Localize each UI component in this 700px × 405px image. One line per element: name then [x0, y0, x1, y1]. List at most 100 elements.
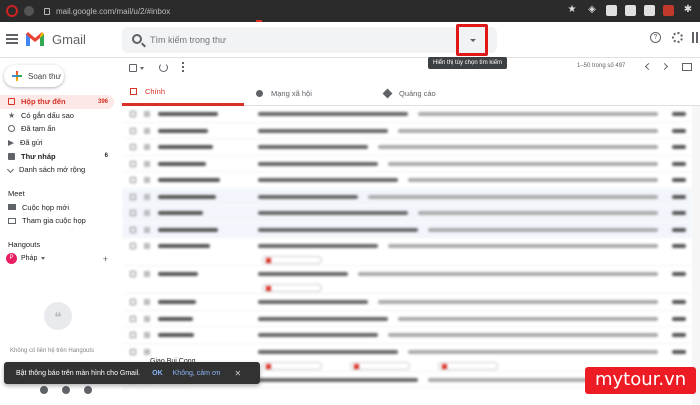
hamburger-menu-icon[interactable] — [6, 34, 18, 44]
puzzle-icon[interactable]: ✱ — [682, 4, 694, 16]
tab-label: Chính — [145, 87, 166, 96]
keyboard-icon — [8, 217, 16, 224]
caret-down-icon — [41, 257, 46, 261]
notification-text: Bật thông báo trên màn hình cho Gmail. — [16, 369, 141, 377]
category-tabs: Chính Mạng xã hội Quảng cáo — [122, 80, 700, 106]
close-icon[interactable]: ✕ — [234, 369, 241, 378]
sidebar-item-snoozed[interactable]: Đã tạm ẩn — [0, 122, 122, 136]
extension-icon[interactable] — [625, 4, 636, 16]
video-icon — [8, 204, 16, 211]
screenshot-icon[interactable] — [644, 4, 655, 16]
sidebar-item-more[interactable]: Danh sách mở rộng — [0, 163, 122, 177]
sidebar-item-label: Có gắn dấu sao — [21, 110, 74, 120]
inbox-icon — [130, 88, 137, 95]
adblock-shield-icon[interactable] — [663, 4, 674, 16]
refresh-icon[interactable] — [159, 63, 168, 72]
search-icon[interactable] — [132, 34, 142, 44]
phone-icon[interactable] — [84, 386, 92, 394]
chevron-right-icon[interactable] — [660, 62, 669, 71]
select-dropdown-icon[interactable] — [140, 67, 144, 70]
tab-social[interactable]: Mạng xã hội — [256, 80, 378, 106]
hangouts-section-title: Hangouts — [8, 240, 41, 250]
gmail-header: Gmail — [0, 22, 700, 58]
tab-label: Quảng cáo — [399, 88, 436, 98]
table-row[interactable] — [122, 139, 692, 156]
clock-icon — [8, 125, 15, 133]
search-input[interactable] — [150, 33, 450, 47]
compose-label: Soạn thư — [28, 71, 61, 81]
table-row[interactable] — [122, 106, 692, 123]
more-vert-icon[interactable] — [182, 62, 184, 72]
sidebar-item-sent[interactable]: Đã gửi — [0, 136, 122, 150]
tab-promotions[interactable]: Quảng cáo — [382, 80, 506, 106]
table-row[interactable] — [122, 266, 692, 294]
browser-reload-icon[interactable] — [24, 6, 34, 16]
gmail-wordmark: Gmail — [52, 32, 86, 47]
sidebar-item-drafts[interactable]: Thư nháp 6 — [0, 149, 122, 163]
tag-icon — [382, 88, 393, 98]
table-row[interactable] — [122, 221, 692, 238]
meet-section-title: Meet — [8, 189, 25, 199]
bookmark-star-icon[interactable]: ★ — [566, 4, 578, 16]
chevron-down-icon — [6, 166, 15, 174]
sidebar-item-label: Hộp thư đến — [21, 97, 66, 107]
select-all-checkbox[interactable] — [129, 64, 137, 72]
table-row[interactable] — [122, 188, 692, 205]
keyboard-icon[interactable] — [682, 63, 692, 71]
sidebar-item-label: Tham gia cuộc họp — [22, 216, 86, 226]
notification-no-button[interactable]: Không, cảm ơn — [173, 370, 221, 377]
sidebar-item-join-meeting[interactable]: Tham gia cuộc họp — [0, 214, 122, 228]
compose-button[interactable]: Soạn thư — [4, 65, 64, 87]
add-contact-icon[interactable]: + — [103, 254, 108, 264]
browser-logo-icon — [6, 5, 18, 17]
search-bar[interactable] — [122, 27, 497, 53]
sidebar-item-label: Danh sách mở rộng — [19, 165, 86, 175]
email-list — [122, 106, 692, 405]
sidebar-item-inbox[interactable]: Hộp thư đến 396 — [0, 95, 114, 109]
tab-label: Mạng xã hội — [271, 88, 312, 98]
chevron-left-icon[interactable] — [644, 62, 653, 71]
draft-count: 6 — [104, 153, 108, 160]
table-row[interactable] — [122, 238, 692, 266]
compose-plus-icon — [12, 71, 22, 81]
mytour-watermark: mytour.vn — [585, 367, 697, 394]
sidebar-item-label: Đã gửi — [20, 138, 43, 148]
sidebar-item-new-meeting[interactable]: Cuộc họp mới — [0, 201, 122, 215]
browser-extension-icons: ★ ◈ ✱ — [566, 4, 694, 16]
caret-down-icon — [470, 39, 476, 42]
show-search-options-button[interactable] — [456, 24, 488, 56]
address-bar[interactable]: mail.google.com/mail/u/2/#inbox — [40, 4, 560, 18]
table-row[interactable] — [122, 205, 692, 222]
sidebar-item-label: Cuộc họp mới — [22, 202, 70, 212]
star-icon: ★ — [8, 110, 16, 120]
notification-ok-button[interactable]: OK — [152, 370, 163, 377]
desktop-notification-banner: Bật thông báo trên màn hình cho Gmail. O… — [4, 362, 260, 384]
table-row[interactable] — [122, 172, 692, 189]
gear-icon[interactable] — [672, 32, 683, 43]
apps-grid-icon[interactable] — [692, 32, 700, 43]
sidebar-bottom-icons — [40, 386, 92, 394]
table-row[interactable] — [122, 294, 692, 311]
chat-icon[interactable] — [62, 386, 70, 394]
table-row[interactable] — [122, 311, 692, 327]
sidebar: Soạn thư Hộp thư đến 396 ★ Có gắn dấu sa… — [0, 58, 122, 405]
table-row[interactable] — [122, 123, 692, 139]
hangouts-user[interactable]: P Pháp + — [0, 252, 122, 266]
tab-primary[interactable]: Chính — [122, 80, 244, 106]
browser-bar: mail.google.com/mail/u/2/#inbox ★ ◈ ✱ — [0, 0, 700, 22]
gmail-logo-icon[interactable] — [25, 31, 45, 47]
avatar: P — [6, 253, 17, 265]
table-row[interactable] — [122, 156, 692, 172]
inbox-icon — [8, 98, 15, 106]
hangouts-quote-icon: ❝ — [44, 302, 72, 330]
sidebar-item-starred[interactable]: ★ Có gắn dấu sao — [0, 109, 122, 123]
shield-outline-icon[interactable]: ◈ — [586, 4, 598, 16]
table-row[interactable] — [122, 327, 692, 344]
url-text: mail.google.com/mail/u/2/#inbox — [56, 6, 171, 16]
help-icon[interactable]: ? — [650, 32, 661, 43]
send-icon — [8, 139, 14, 146]
hangouts-user-name: Pháp — [21, 255, 38, 263]
sidebar-nav: Hộp thư đến 396 ★ Có gắn dấu sao Đã tạm … — [0, 95, 122, 266]
person-icon[interactable] — [40, 386, 48, 394]
download-icon[interactable] — [606, 4, 617, 16]
